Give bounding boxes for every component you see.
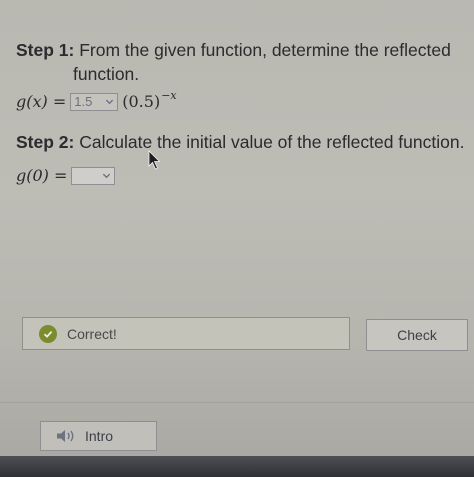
feedback-box: Correct! <box>22 317 350 350</box>
screen-bezel <box>0 456 474 477</box>
equation-1-base: (0.5) <box>122 92 161 111</box>
step-2-text: Calculate the initial value of the refle… <box>79 132 465 152</box>
chevron-down-icon <box>103 173 111 179</box>
chevron-down-icon <box>106 99 114 105</box>
question-panel: Step 1: From the given function, determi… <box>0 0 474 477</box>
equation-1-exponent: −x <box>161 89 177 102</box>
checkmark-icon <box>39 324 57 343</box>
step-1-instruction: Step 1: From the given function, determi… <box>16 38 456 86</box>
intro-button[interactable]: Intro <box>40 421 157 451</box>
check-button[interactable]: Check <box>366 319 468 351</box>
intro-button-label: Intro <box>85 428 114 444</box>
initial-value-dropdown[interactable] <box>71 166 116 185</box>
speaker-icon <box>57 430 74 442</box>
step-1-text-line1: From the given function, determine the r… <box>79 40 451 60</box>
step-1-label: Step 1: <box>16 40 75 60</box>
mouse-pointer-icon <box>148 150 161 170</box>
divider <box>0 402 474 403</box>
step-2-label: Step 2: <box>16 132 75 152</box>
coefficient-dropdown[interactable]: 1.5 <box>70 92 119 111</box>
equation-2-lhs: g(0) = <box>16 166 68 185</box>
step-2-instruction: Step 2: Calculate the initial value of t… <box>16 132 464 153</box>
equation-1-lhs: g(x) = <box>16 92 67 111</box>
initial-value-equation: g(0) = <box>16 166 119 185</box>
feedback-text: Correct! <box>67 325 117 342</box>
coefficient-dropdown-value: 1.5 <box>74 94 93 109</box>
reflected-function-equation: g(x) = 1.5 (0.5) −x <box>16 89 177 111</box>
step-1-text-line2: function. <box>73 64 140 84</box>
